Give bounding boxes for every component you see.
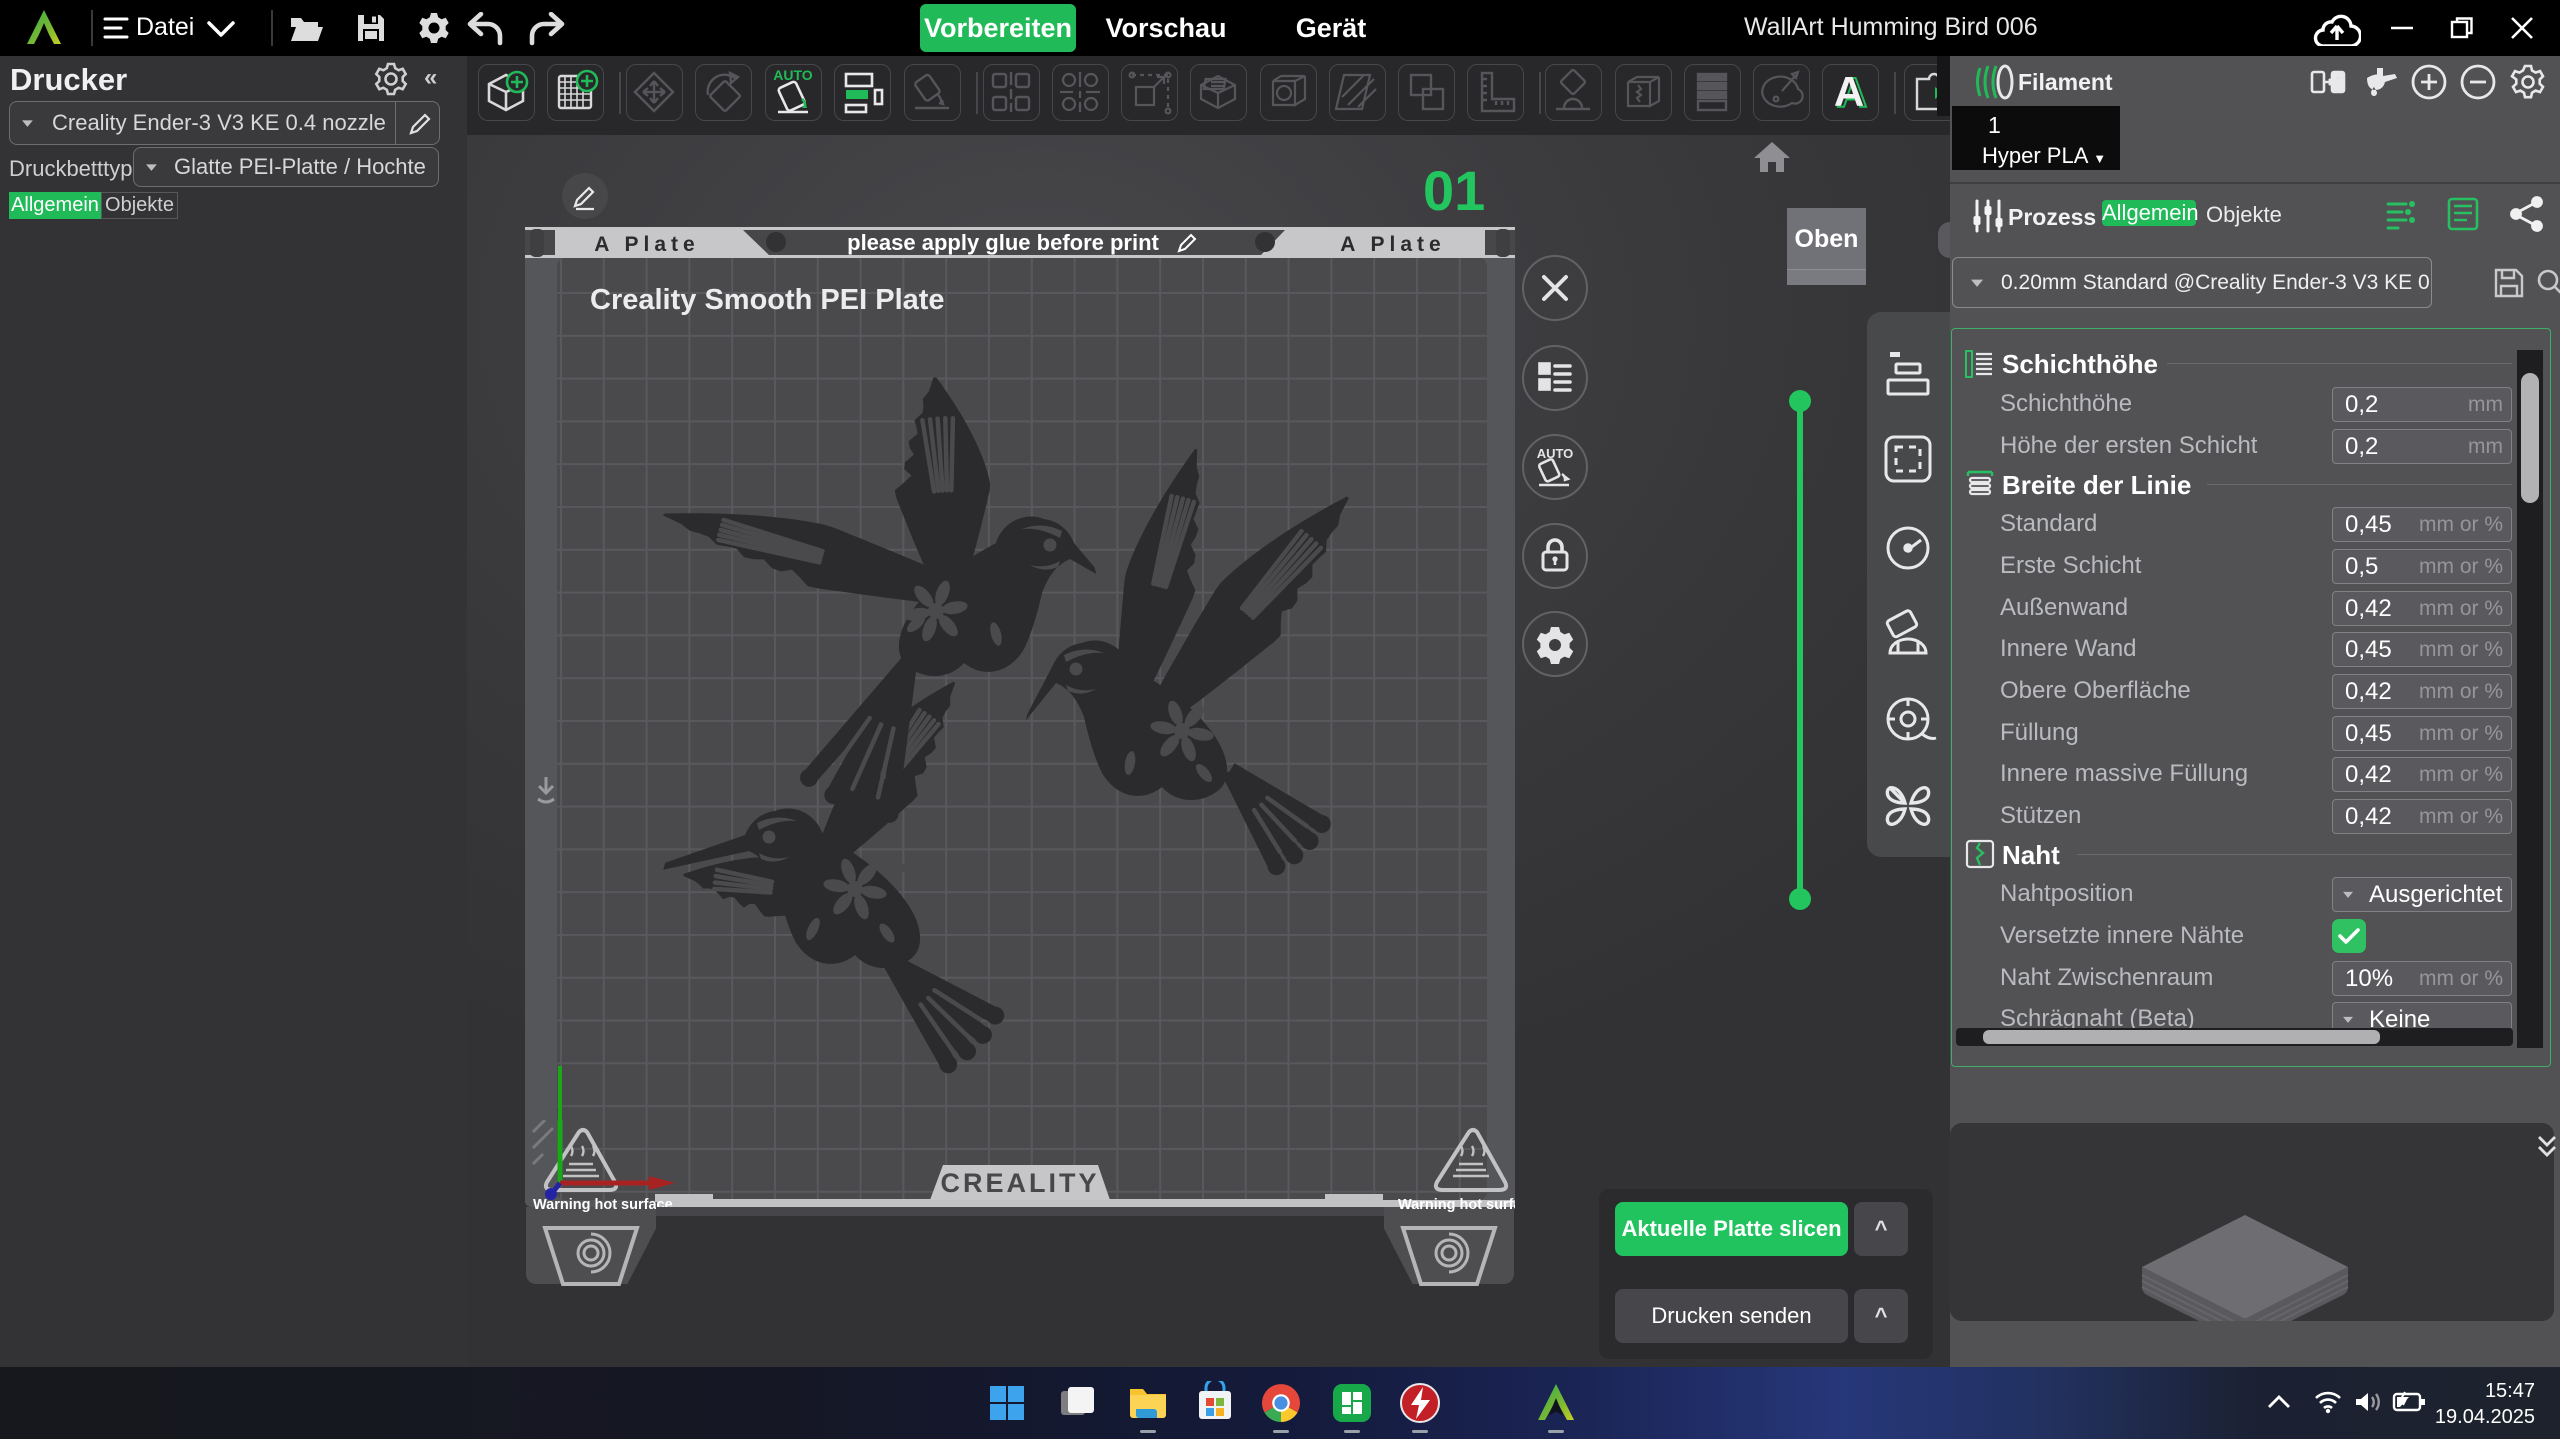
- svg-text:AUTO: AUTO: [1537, 446, 1574, 461]
- svg-text:please apply glue before print: please apply glue before print: [847, 230, 1159, 255]
- svg-text:A: A: [1834, 68, 1864, 115]
- svg-text:A Plate: A Plate: [594, 233, 699, 256]
- svg-text:A Plate: A Plate: [1340, 233, 1445, 256]
- svg-text:AUTO: AUTO: [773, 67, 813, 83]
